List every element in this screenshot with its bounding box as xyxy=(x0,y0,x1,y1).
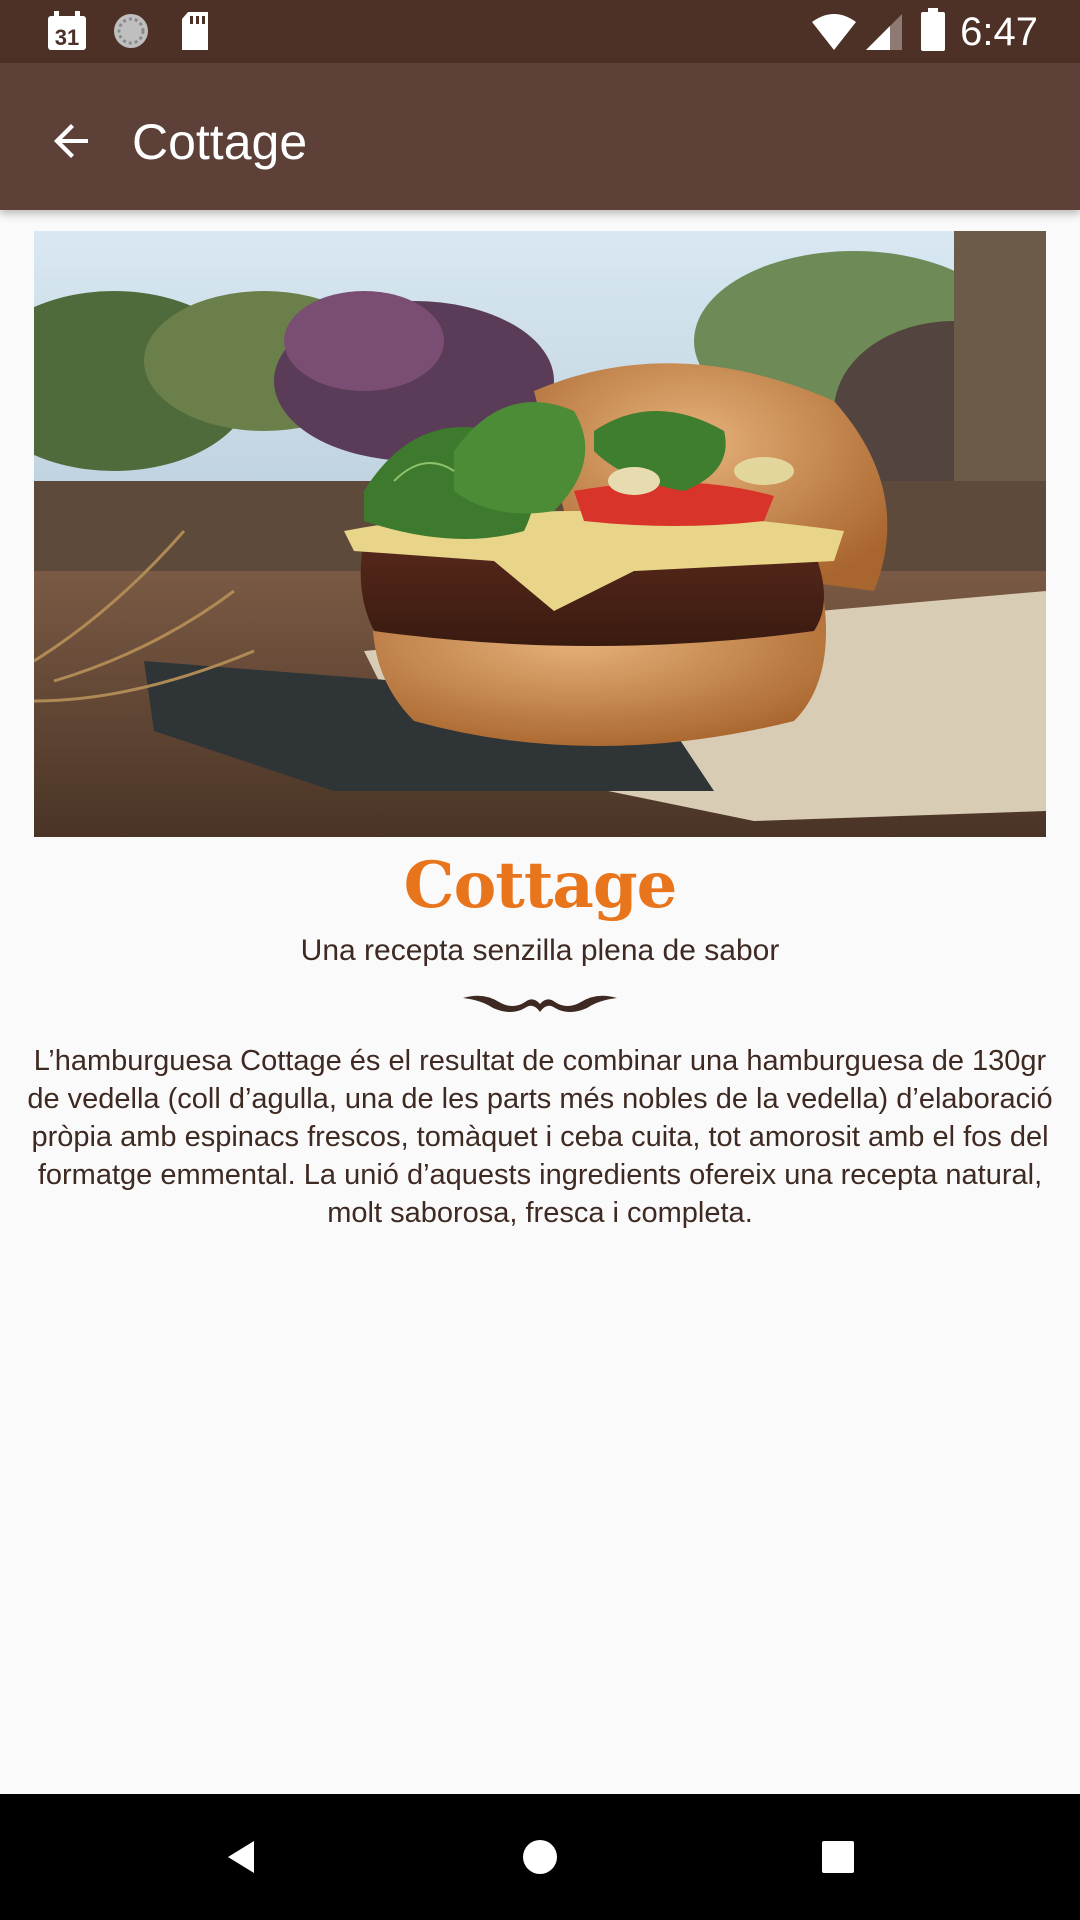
nav-recents-button[interactable] xyxy=(808,1827,868,1887)
calendar-icon: 31 xyxy=(46,10,88,56)
calendar-day: 31 xyxy=(55,25,79,50)
arrow-back-icon xyxy=(54,124,88,158)
nav-home-button[interactable] xyxy=(510,1827,570,1887)
sync-icon xyxy=(110,10,152,56)
sd-card-icon xyxy=(178,10,212,56)
nav-back-icon xyxy=(228,1841,254,1873)
dish-subtitle: Una recepta senzilla plena de sabor xyxy=(300,934,780,967)
navigation-bar xyxy=(0,1794,1080,1920)
dish-title: Cottage xyxy=(403,848,678,923)
status-bar: 31 6:47 xyxy=(0,0,1080,63)
ornament-divider-icon xyxy=(459,990,621,1022)
app-bar: Cottage xyxy=(0,63,1080,210)
page-title: Cottage xyxy=(132,114,308,170)
nav-recents-icon xyxy=(822,1841,854,1873)
nav-back-button[interactable] xyxy=(212,1827,272,1887)
battery-icon xyxy=(920,8,946,56)
signal-icon xyxy=(864,12,904,56)
nav-home-icon xyxy=(523,1840,557,1874)
status-time: 6:47 xyxy=(960,10,1038,54)
wifi-icon xyxy=(810,12,858,56)
burger-image xyxy=(34,231,1046,837)
back-button[interactable] xyxy=(34,103,110,179)
dish-description: L’hamburguesa Cottage és el resultat de … xyxy=(27,1045,1053,1229)
